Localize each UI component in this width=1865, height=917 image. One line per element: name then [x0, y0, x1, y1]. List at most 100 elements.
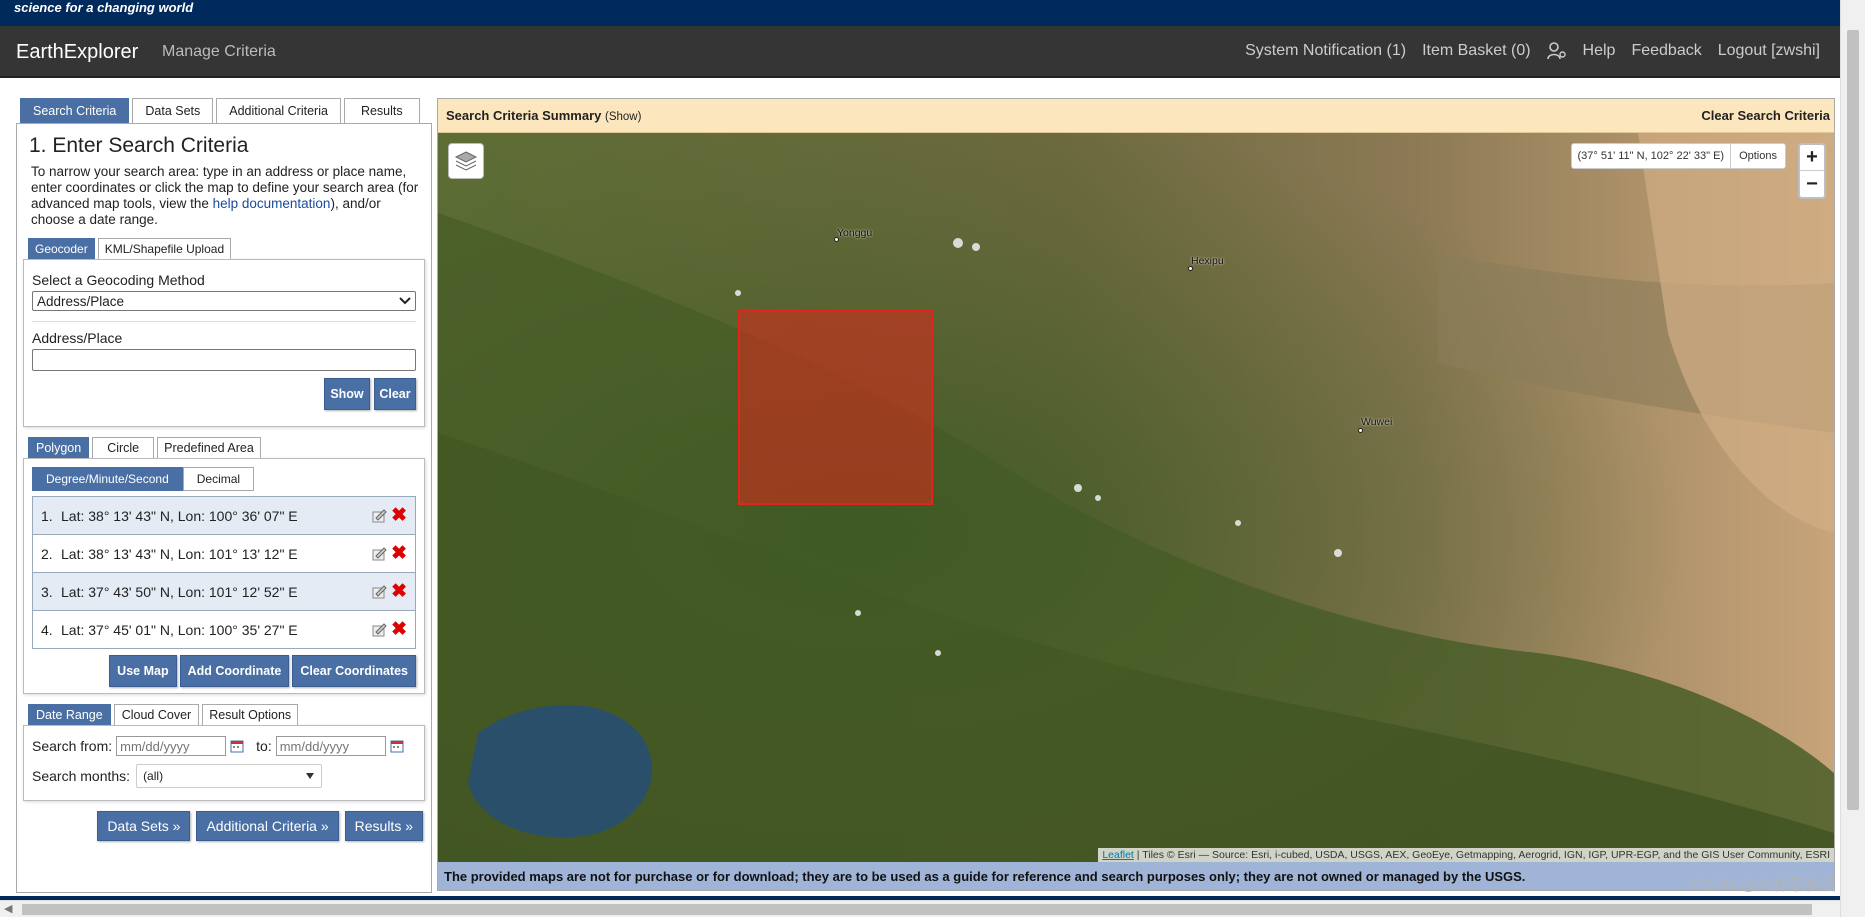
- coordinate-text: Lat: 37° 45' 01" N, Lon: 100° 35' 27" E: [61, 621, 298, 638]
- layers-control[interactable]: [448, 143, 484, 179]
- geocoder-box: Select a Geocoding Method Address/Place …: [23, 259, 425, 427]
- edit-icon[interactable]: [371, 622, 387, 637]
- top-navbar: EarthExplorer Manage Criteria System Not…: [0, 26, 1840, 78]
- date-box: Search from: to: Search months: (all): [23, 725, 425, 801]
- watermark: CSDN @大作家佚名: [1690, 877, 1837, 894]
- feedback-link[interactable]: Feedback: [1631, 42, 1701, 60]
- tab-circle[interactable]: Circle: [92, 437, 155, 458]
- search-from-input[interactable]: [116, 736, 227, 756]
- tab-polygon[interactable]: Polygon: [28, 437, 90, 458]
- address-input[interactable]: [32, 349, 416, 371]
- search-months-value: (all): [143, 769, 164, 783]
- map-attribution: Leaflet | Tiles © Esri — Source: Esri, i…: [1098, 848, 1834, 862]
- map-disclaimer: The provided maps are not for purchase o…: [438, 862, 1834, 890]
- place-name: Hexipu: [1191, 255, 1224, 267]
- app-brand[interactable]: EarthExplorer: [16, 41, 138, 64]
- search-months-select[interactable]: (all): [136, 764, 323, 788]
- date-range-row: Search from: to:: [32, 736, 416, 756]
- main-tabs: Search Criteria Data Sets Additional Cri…: [16, 98, 432, 123]
- tab-result-options[interactable]: Result Options: [202, 704, 299, 725]
- results-button[interactable]: Results »: [344, 811, 423, 841]
- zoom-control: + −: [1798, 143, 1826, 199]
- delete-icon[interactable]: ✖: [391, 504, 407, 527]
- tab-degree-minute-second[interactable]: Degree/Minute/Second: [32, 467, 183, 491]
- coordinate-text: Lat: 38° 13' 43" N, Lon: 101° 13' 12" E: [61, 545, 298, 562]
- delete-icon[interactable]: ✖: [391, 618, 407, 641]
- tab-kml-upload[interactable]: KML/Shapefile Upload: [97, 238, 232, 259]
- geocoding-method-label: Select a Geocoding Method: [32, 272, 205, 288]
- zoom-in-button[interactable]: +: [1800, 145, 1824, 171]
- summary-show-link[interactable]: (Show): [605, 111, 641, 123]
- coordinate-number: 1.: [41, 507, 53, 524]
- clear-button[interactable]: Clear: [374, 378, 416, 410]
- tab-decimal[interactable]: Decimal: [182, 467, 255, 491]
- chevron-down-icon: [399, 297, 411, 305]
- delete-icon[interactable]: ✖: [391, 580, 407, 603]
- leaflet-link[interactable]: Leaflet: [1102, 849, 1134, 861]
- edit-icon[interactable]: [371, 584, 387, 599]
- vertical-scroll-thumb[interactable]: [1847, 30, 1859, 810]
- satellite-basemap: [438, 133, 1834, 862]
- calendar-icon[interactable]: [390, 739, 404, 753]
- search-criteria-summary: Search Criteria Summary (Show) Clear Sea…: [438, 99, 1834, 133]
- tab-search-criteria[interactable]: Search Criteria: [20, 98, 130, 123]
- tab-geocoder[interactable]: Geocoder: [28, 238, 95, 259]
- place-label-wuwei: Wuwei: [1358, 416, 1393, 433]
- tab-results[interactable]: Results: [343, 98, 420, 123]
- delete-icon[interactable]: ✖: [391, 542, 407, 565]
- horizontal-scrollbar[interactable]: ◀: [0, 900, 1840, 917]
- edit-icon[interactable]: [371, 546, 387, 561]
- show-button[interactable]: Show: [324, 378, 370, 410]
- step-intro: To narrow your search area: type in an a…: [31, 164, 419, 228]
- horizontal-scroll-thumb[interactable]: [22, 904, 1812, 915]
- search-months-label: Search months:: [32, 768, 131, 784]
- scroll-left-icon[interactable]: ◀: [4, 902, 12, 915]
- add-coordinate-button[interactable]: Add Coordinate: [179, 655, 290, 687]
- coordinate-readout: (37° 51' 11" N, 102° 22' 33" E) Options: [1570, 143, 1786, 169]
- polygon-box: Degree/Minute/Second Decimal 1. Lat: 38°…: [23, 458, 425, 694]
- options-button[interactable]: Options: [1730, 144, 1785, 168]
- coordinate-row: 1. Lat: 38° 13' 43" N, Lon: 100° 36' 07"…: [33, 497, 415, 535]
- place-marker-icon: [834, 237, 839, 242]
- summary-title: Search Criteria Summary: [446, 108, 602, 123]
- search-polygon[interactable]: [738, 310, 933, 505]
- tab-predefined-area[interactable]: Predefined Area: [157, 437, 261, 458]
- help-link[interactable]: Help: [1583, 42, 1616, 60]
- calendar-icon[interactable]: [230, 739, 244, 753]
- additional-criteria-button[interactable]: Additional Criteria »: [196, 811, 339, 841]
- map-canvas[interactable]: Yonggu Hexipu Wuwei (37° 51' 11" N, 102°…: [438, 133, 1834, 862]
- coordinate-readout-value: (37° 51' 11" N, 102° 22' 33" E): [1577, 150, 1725, 162]
- usgs-banner: science for a changing world: [0, 0, 1840, 26]
- logout-link[interactable]: Logout [zwshi]: [1718, 42, 1820, 60]
- coordinate-number: 4.: [41, 621, 53, 638]
- vertical-scrollbar[interactable]: [1840, 0, 1865, 917]
- place-marker-icon: [1358, 428, 1363, 433]
- system-notification-link[interactable]: System Notification (1): [1245, 42, 1406, 60]
- manage-criteria-link[interactable]: Manage Criteria: [162, 43, 276, 61]
- use-map-button[interactable]: Use Map: [109, 655, 177, 687]
- edit-icon[interactable]: [371, 508, 387, 523]
- search-months-row: Search months: (all): [32, 764, 416, 788]
- map-panel: Search Criteria Summary (Show) Clear Sea…: [437, 98, 1835, 891]
- geocoder-buttons: Show Clear: [32, 378, 416, 410]
- tab-cloud-cover[interactable]: Cloud Cover: [113, 704, 200, 725]
- coordinate-actions: ✖: [371, 504, 415, 527]
- tab-data-sets[interactable]: Data Sets: [132, 98, 214, 123]
- place-name: Wuwei: [1361, 416, 1393, 428]
- tab-additional-criteria[interactable]: Additional Criteria: [216, 98, 341, 123]
- coordinate-actions: ✖: [371, 618, 415, 641]
- summary-title-wrap: Search Criteria Summary (Show): [446, 108, 641, 123]
- coordinate-actions: ✖: [371, 580, 415, 603]
- user-settings-icon[interactable]: [1546, 42, 1567, 60]
- tab-date-range[interactable]: Date Range: [28, 704, 111, 725]
- clear-coordinates-button[interactable]: Clear Coordinates: [292, 655, 416, 687]
- coordinate-text: Lat: 37° 43' 50" N, Lon: 101° 12' 52" E: [61, 583, 298, 600]
- layers-icon: [454, 151, 478, 171]
- geocoding-method-select[interactable]: Address/Place: [32, 291, 416, 311]
- help-documentation-link[interactable]: help documentation: [213, 196, 331, 211]
- clear-search-criteria-link[interactable]: Clear Search Criteria: [1701, 108, 1830, 123]
- item-basket-link[interactable]: Item Basket (0): [1422, 42, 1530, 60]
- data-sets-button[interactable]: Data Sets »: [97, 811, 191, 841]
- zoom-out-button[interactable]: −: [1800, 171, 1824, 197]
- search-to-input[interactable]: [275, 736, 386, 756]
